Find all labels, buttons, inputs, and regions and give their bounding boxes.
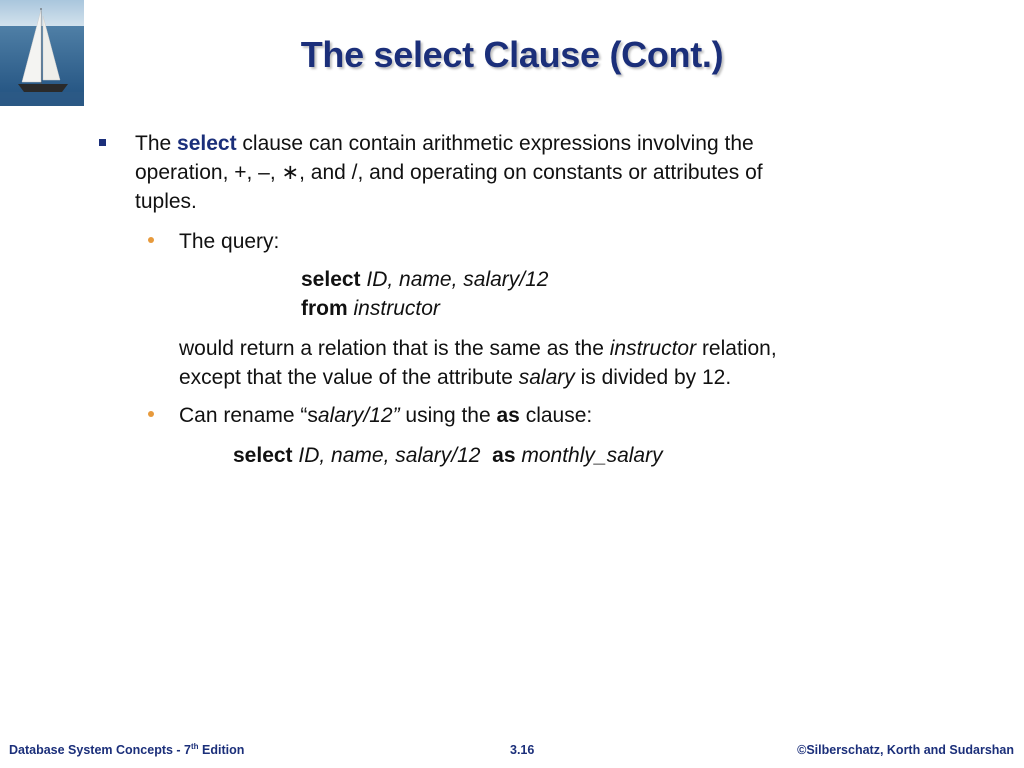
text-segment: relation,: [696, 337, 777, 360]
dot-bullet-icon: [148, 237, 154, 243]
footer-copyright: ©Silberschatz, Korth and Sudarshan: [797, 743, 1014, 757]
text-italic: instructor: [609, 337, 697, 360]
sub1-label: The query:: [179, 230, 280, 253]
square-bullet-icon: [99, 139, 106, 146]
sub2-label: Can rename “salary/12” using the as clau…: [179, 401, 592, 430]
bullet1-line2: operation, +, –, ∗, and /, and operating…: [135, 161, 763, 184]
text-segment: would return a relation that is the same…: [179, 337, 610, 360]
keyword-select: select: [177, 132, 237, 155]
keyword-from: from: [301, 297, 348, 320]
bullet1-line3: tuples.: [135, 190, 197, 213]
text-segment: Can rename “s: [179, 404, 318, 427]
bullet1-line1: The select clause can contain arithmetic…: [135, 129, 754, 158]
query-args: ID, name, salary/12: [366, 268, 549, 291]
footer-book-title: Database System Concepts - 7: [9, 743, 192, 757]
slide-content: The select clause can contain arithmetic…: [0, 0, 1024, 700]
sub1-desc-line2: except that the value of the attribute s…: [179, 363, 731, 392]
text-segment: clause can contain arithmetic expression…: [236, 132, 754, 155]
keyword-select: select: [233, 444, 293, 467]
text-italic: alary/12”: [317, 404, 400, 427]
text-segment: clause:: [519, 404, 593, 427]
text-segment: except that the value of the attribute: [179, 366, 519, 389]
text-segment: is divided by 12.: [574, 366, 732, 389]
footer-left: Database System Concepts - 7th Edition: [9, 741, 245, 757]
keyword-as: as: [496, 404, 520, 427]
footer-edition: Edition: [198, 743, 245, 757]
text-segment: using the: [399, 404, 497, 427]
query-alias: monthly_salary: [521, 444, 663, 467]
keyword-as: as: [492, 444, 516, 467]
query-args: ID, name, salary/12: [298, 444, 481, 467]
text-italic: salary: [518, 366, 575, 389]
keyword-select: select: [301, 268, 361, 291]
query-line-rename: select ID, name, salary/12 as monthly_sa…: [233, 441, 663, 470]
sub1-desc-line1: would return a relation that is the same…: [179, 334, 777, 363]
query-args: instructor: [353, 297, 440, 320]
footer-superscript: th: [191, 741, 199, 751]
dot-bullet-icon: [148, 411, 154, 417]
query-line-select: select ID, name, salary/12: [301, 265, 548, 294]
query-line-from: from instructor: [301, 294, 440, 323]
text-segment: The: [135, 132, 178, 155]
footer-page-number: 3.16: [510, 743, 535, 757]
